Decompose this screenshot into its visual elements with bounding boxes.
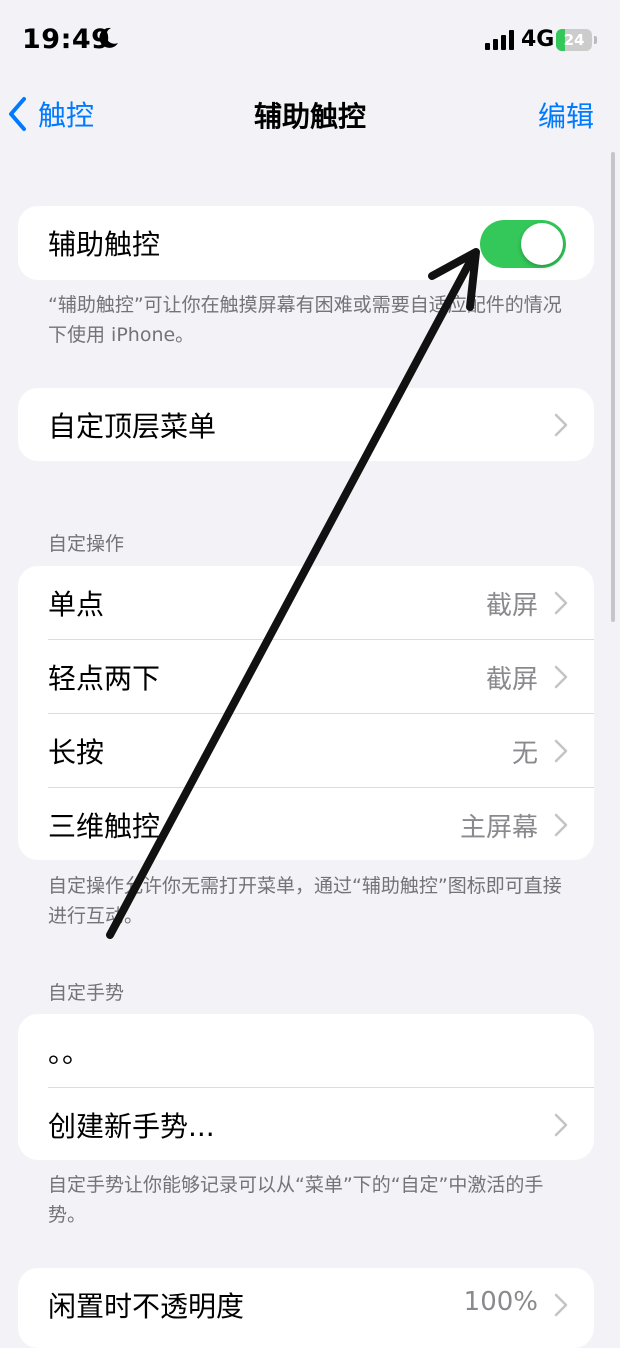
status-bar: 19:49 4G 24 — [0, 0, 620, 80]
action-value: 无 — [511, 739, 538, 769]
action-value: 截屏 — [485, 591, 538, 621]
chevron-right-icon — [554, 413, 568, 437]
idle-opacity-row[interactable]: 闲置时不透明度 100% — [18, 1268, 594, 1341]
custom-gestures-header: 自定手势 — [48, 982, 125, 1004]
action-label: 长按 — [48, 736, 105, 769]
assistive-touch-toggle[interactable] — [480, 220, 566, 268]
chevron-right-icon — [554, 1113, 568, 1137]
chevron-right-icon — [554, 739, 568, 763]
custom-gestures-footer: 自定手势让你能够记录可以从“菜单”下的“自定”中激活的手势。 — [48, 1174, 544, 1226]
create-gesture-label: 创建新手势... — [48, 1110, 215, 1143]
edit-button[interactable]: 编辑 — [538, 95, 594, 135]
customize-top-menu-label: 自定顶层菜单 — [48, 410, 217, 443]
assistive-touch-label: 辅助触控 — [48, 228, 161, 261]
assistive-touch-card: 辅助触控 — [18, 206, 594, 280]
action-row-long-press[interactable]: 长按 无 — [18, 714, 594, 787]
custom-actions-footer: 自定操作允许你无需打开菜单，通过“辅助触控”图标即可直接进行互动。 — [48, 875, 562, 927]
page-title: 辅助触控 — [253, 100, 366, 133]
top-menu-card: 自定顶层菜单 — [18, 388, 594, 461]
customize-top-menu-row[interactable]: 自定顶层菜单 — [18, 388, 594, 461]
action-row-single-tap[interactable]: 单点 截屏 — [18, 566, 594, 639]
chevron-right-icon — [554, 665, 568, 689]
idle-opacity-label: 闲置时不透明度 — [48, 1290, 245, 1323]
idle-opacity-card: 闲置时不透明度 100% — [18, 1268, 594, 1348]
gesture-label: 。。 — [48, 1036, 91, 1069]
idle-opacity-value: 100% — [463, 1287, 538, 1317]
battery-icon: 24 — [556, 29, 598, 51]
battery-level: 24 — [563, 31, 585, 49]
moon-icon — [99, 27, 118, 48]
create-gesture-row[interactable]: 创建新手势... — [18, 1088, 594, 1160]
action-value: 截屏 — [485, 665, 538, 695]
assistive-touch-row: 辅助触控 — [18, 206, 594, 279]
signal-icon — [485, 30, 514, 50]
gesture-row[interactable]: 。。 — [18, 1014, 594, 1087]
action-row-double-tap[interactable]: 轻点两下 截屏 — [18, 640, 594, 713]
chevron-right-icon — [554, 813, 568, 837]
action-label: 单点 — [48, 588, 105, 621]
custom-gestures-card: 。。 创建新手势... — [18, 1014, 594, 1160]
custom-actions-header: 自定操作 — [48, 533, 125, 555]
action-row-3d-touch[interactable]: 三维触控 主屏幕 — [18, 788, 594, 860]
assistive-touch-description: “辅助触控”可让你在触摸屏幕有困难或需要自适应配件的情况下使用 iPhone。 — [48, 294, 562, 346]
chevron-right-icon — [554, 1293, 568, 1317]
toggle-knob — [521, 223, 563, 265]
network-type: 4G — [521, 27, 555, 52]
action-label: 轻点两下 — [48, 662, 161, 695]
action-label: 三维触控 — [48, 810, 161, 843]
navigation-bar: 触控 辅助触控 编辑 — [0, 80, 620, 144]
custom-actions-card: 单点 截屏 轻点两下 截屏 长按 无 三维触控 主屏幕 — [18, 566, 594, 860]
scroll-indicator — [611, 152, 615, 622]
action-value: 主屏幕 — [459, 813, 538, 843]
chevron-right-icon — [554, 591, 568, 615]
